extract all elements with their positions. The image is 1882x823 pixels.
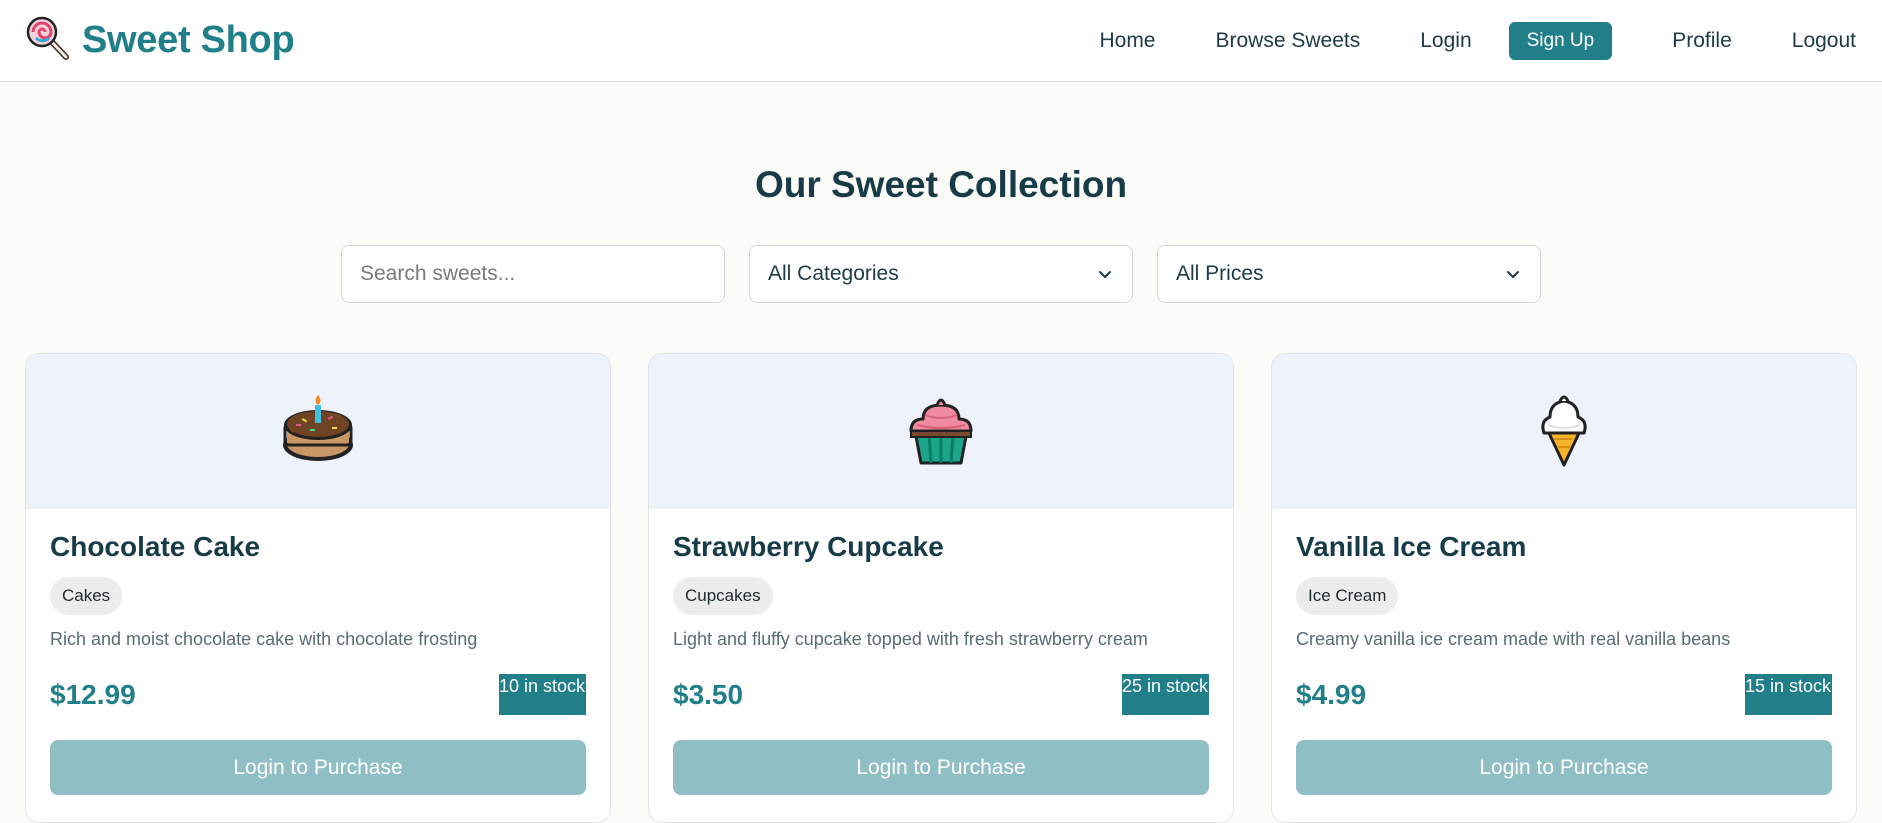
signup-button[interactable]: Sign Up — [1508, 21, 1613, 60]
product-image — [649, 354, 1233, 509]
lollipop-icon — [26, 16, 70, 65]
chevron-down-icon — [1096, 265, 1114, 283]
product-description: Creamy vanilla ice cream made with real … — [1296, 629, 1731, 649]
product-grid: Chocolate Cake Cakes Rich and moist choc… — [0, 353, 1882, 823]
navbar: Sweet Shop Home Browse Sweets Login Sign… — [0, 0, 1882, 82]
page-title: Our Sweet Collection — [754, 164, 1128, 205]
ice-cream-cone-icon — [1526, 391, 1602, 472]
product-details: Strawberry Cupcake Cupcakes Light and fl… — [649, 509, 1233, 795]
category-select[interactable]: All Categories — [749, 245, 1133, 303]
category-badge: Ice Cream — [1296, 577, 1399, 615]
login-to-purchase-button[interactable]: Login to Purchase — [673, 740, 1209, 795]
login-to-purchase-button[interactable]: Login to Purchase — [1296, 740, 1832, 795]
product-details: Vanilla Ice Cream Ice Cream Creamy vanil… — [1272, 509, 1856, 795]
price-row: $12.99 10 in stock — [50, 674, 586, 716]
product-card: Strawberry Cupcake Cupcakes Light and fl… — [648, 353, 1234, 823]
login-to-purchase-button[interactable]: Login to Purchase — [50, 740, 586, 795]
product-name: Chocolate Cake — [50, 531, 261, 562]
nav-profile-link[interactable]: Profile — [1672, 29, 1732, 53]
product-name: Vanilla Ice Cream — [1296, 531, 1527, 562]
stock-badge: 10 in stock — [498, 674, 586, 715]
product-details: Chocolate Cake Cakes Rich and moist choc… — [26, 509, 610, 795]
product-description: Rich and moist chocolate cake with choco… — [50, 629, 478, 649]
stock-badge: 25 in stock — [1121, 674, 1209, 715]
category-badge: Cupcakes — [673, 577, 773, 615]
product-card: Vanilla Ice Cream Ice Cream Creamy vanil… — [1271, 353, 1857, 823]
stock-badge: 15 in stock — [1744, 674, 1832, 715]
product-image — [1272, 354, 1856, 509]
price-selected-value: All Prices — [1176, 262, 1264, 285]
category-selected-value: All Categories — [768, 262, 899, 285]
price-row: $3.50 25 in stock — [673, 674, 1209, 716]
product-price: $4.99 — [1296, 679, 1367, 710]
price-row: $4.99 15 in stock — [1296, 674, 1832, 716]
category-badge: Cakes — [50, 577, 123, 615]
filter-bar: Search sweets... All Categories All Pric… — [0, 245, 1882, 303]
brand-logo[interactable]: Sweet Shop — [26, 16, 295, 65]
search-placeholder: Search sweets... — [360, 262, 516, 285]
product-image — [26, 354, 610, 509]
search-input[interactable]: Search sweets... — [341, 245, 725, 303]
product-price: $3.50 — [673, 679, 744, 710]
product-description: Light and fluffy cupcake topped with fre… — [673, 629, 1148, 649]
birthday-cake-icon — [280, 391, 356, 472]
price-select[interactable]: All Prices — [1157, 245, 1541, 303]
product-price: $12.99 — [50, 679, 136, 710]
nav-browse-link[interactable]: Browse Sweets — [1216, 29, 1361, 53]
nav-home-link[interactable]: Home — [1099, 29, 1155, 53]
nav-login-link[interactable]: Login — [1420, 29, 1471, 53]
product-card: Chocolate Cake Cakes Rich and moist choc… — [25, 353, 611, 823]
nav-logout-link[interactable]: Logout — [1792, 29, 1856, 53]
product-name: Strawberry Cupcake — [673, 531, 944, 562]
brand-name: Sweet Shop — [82, 19, 295, 61]
nav-links: Home Browse Sweets Login Sign Up Profile… — [1099, 21, 1856, 60]
chevron-down-icon — [1504, 265, 1522, 283]
cupcake-icon — [903, 391, 979, 472]
